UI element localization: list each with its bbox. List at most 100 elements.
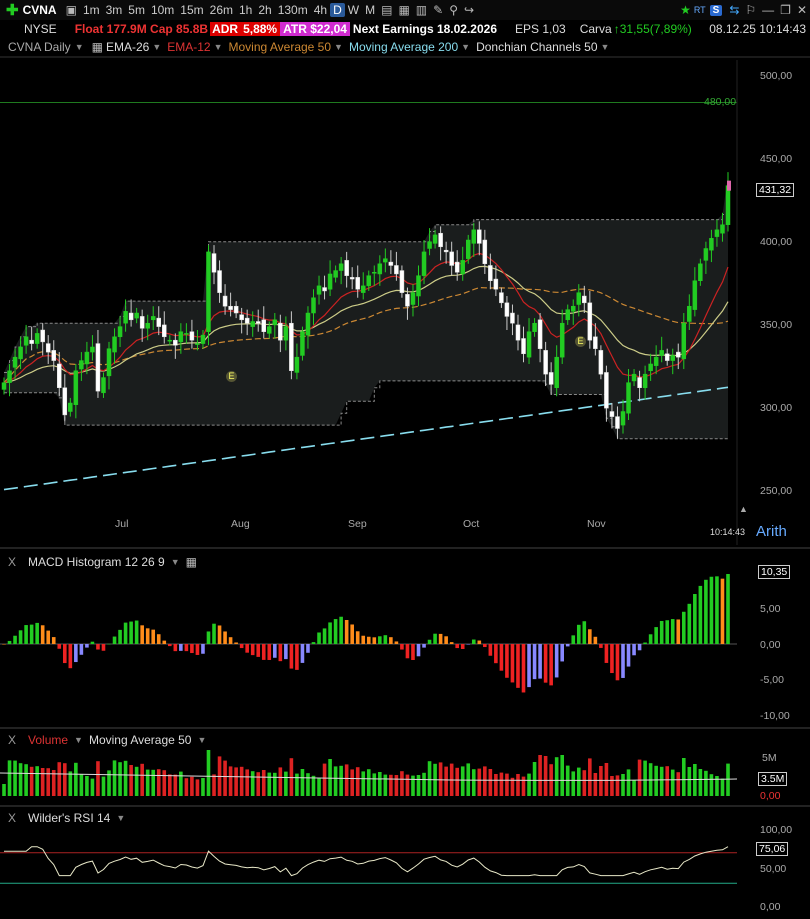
volume-bar xyxy=(554,757,559,796)
candle-body xyxy=(322,287,327,292)
volume-bar xyxy=(13,760,17,796)
candle-body xyxy=(642,373,648,388)
macd-bar xyxy=(29,624,34,644)
volume-bar xyxy=(123,760,128,796)
macd-bar xyxy=(118,629,122,644)
volume-bar xyxy=(112,760,117,796)
scroll-up-icon[interactable]: ▲ xyxy=(739,504,748,514)
volume-bar xyxy=(267,772,272,796)
volume-ma-title[interactable]: Moving Average 50 xyxy=(89,733,192,747)
candle-body xyxy=(548,372,554,385)
volume-bar xyxy=(350,769,354,796)
candle-body xyxy=(327,273,333,290)
candle-body xyxy=(659,350,664,356)
volume-bar xyxy=(344,764,349,796)
candle-body xyxy=(477,229,482,244)
chevron-down-icon[interactable]: ▼ xyxy=(197,735,206,745)
candle-body xyxy=(62,387,68,416)
volume-title[interactable]: Volume xyxy=(28,733,68,747)
volume-bar xyxy=(643,760,647,796)
volume-bar xyxy=(659,766,664,796)
macd-title[interactable]: MACD Histogram 12 26 9 xyxy=(28,555,165,569)
macd-bar xyxy=(411,644,415,660)
table-icon[interactable]: ▦ xyxy=(186,555,197,569)
scale-mode-label[interactable]: Arith xyxy=(756,523,787,540)
candle-body xyxy=(427,241,432,249)
macd-bar xyxy=(134,620,139,644)
volume-bar xyxy=(477,768,482,796)
volume-tick: 5M xyxy=(762,752,777,764)
chevron-down-icon[interactable]: ▼ xyxy=(74,735,83,745)
volume-bar xyxy=(339,765,343,796)
candle-body xyxy=(12,356,18,368)
price-tick: 450,00 xyxy=(760,153,793,165)
candle-body xyxy=(101,377,106,394)
rsi-line xyxy=(4,846,729,877)
macd-bar xyxy=(582,621,587,644)
last-price-tag: 431,32 xyxy=(756,183,795,197)
price-tick: 350,00 xyxy=(760,319,793,331)
candle-body xyxy=(106,348,112,377)
macd-bar xyxy=(576,624,581,644)
volume-bar xyxy=(582,770,587,796)
macd-bar xyxy=(372,637,377,644)
candle-body xyxy=(211,253,217,273)
chart-canvas[interactable] xyxy=(0,0,810,919)
macd-last-tag: 10,35 xyxy=(758,565,791,579)
macd-tick: -10,00 xyxy=(760,710,790,722)
candle-body xyxy=(139,316,145,329)
earnings-marker[interactable]: E xyxy=(226,371,237,382)
candle-body xyxy=(150,316,156,321)
close-panel-icon[interactable]: X xyxy=(8,555,16,569)
candle-body xyxy=(648,363,653,372)
volume-bar xyxy=(18,763,23,796)
macd-bar xyxy=(610,644,614,674)
candle-body xyxy=(449,251,454,266)
price-tick: 500,00 xyxy=(760,70,793,82)
chevron-down-icon[interactable]: ▼ xyxy=(116,813,125,823)
candle-body xyxy=(233,305,239,314)
candle-body xyxy=(443,249,449,253)
macd-bar xyxy=(549,644,553,686)
candle-body xyxy=(311,297,316,314)
rsi-title[interactable]: Wilder's RSI 14 xyxy=(28,811,110,825)
macd-bar xyxy=(245,644,249,653)
earnings-marker[interactable]: E xyxy=(575,336,586,347)
volume-bar xyxy=(74,762,78,796)
candle-body xyxy=(620,411,626,426)
macd-bar xyxy=(543,644,548,683)
macd-bar xyxy=(278,644,283,662)
candle-body xyxy=(593,336,598,349)
macd-bar xyxy=(256,644,261,657)
candle-body xyxy=(145,322,150,329)
macd-bar xyxy=(355,631,360,644)
volume-bar xyxy=(317,778,321,796)
month-label: Nov xyxy=(587,518,606,530)
volume-bar xyxy=(599,766,603,796)
macd-bar xyxy=(637,644,642,651)
volume-panel-header: X Volume ▼ Moving Average 50 ▼ xyxy=(8,733,206,747)
macd-bar xyxy=(389,637,393,644)
chevron-down-icon[interactable]: ▼ xyxy=(171,557,180,567)
volume-bar xyxy=(7,760,12,796)
candle-body xyxy=(349,277,355,280)
volume-bar xyxy=(438,762,443,796)
candle-body xyxy=(383,258,388,263)
candle-body xyxy=(576,292,582,305)
macd-bar xyxy=(35,622,39,644)
volume-bar xyxy=(637,759,642,796)
rsi-tick: 0,00 xyxy=(760,901,781,913)
macd-bar xyxy=(96,644,100,650)
volume-bar xyxy=(670,769,675,796)
volume-bar xyxy=(505,773,509,796)
candle-body xyxy=(488,265,493,282)
macd-bar xyxy=(317,632,321,644)
macd-bar xyxy=(643,642,647,644)
candle-body xyxy=(388,261,394,266)
volume-bar xyxy=(626,769,631,796)
volume-bar xyxy=(676,772,681,796)
candle-body xyxy=(687,305,692,322)
close-panel-icon[interactable]: X xyxy=(8,811,16,825)
close-panel-icon[interactable]: X xyxy=(8,733,16,747)
candle-body xyxy=(156,317,161,327)
